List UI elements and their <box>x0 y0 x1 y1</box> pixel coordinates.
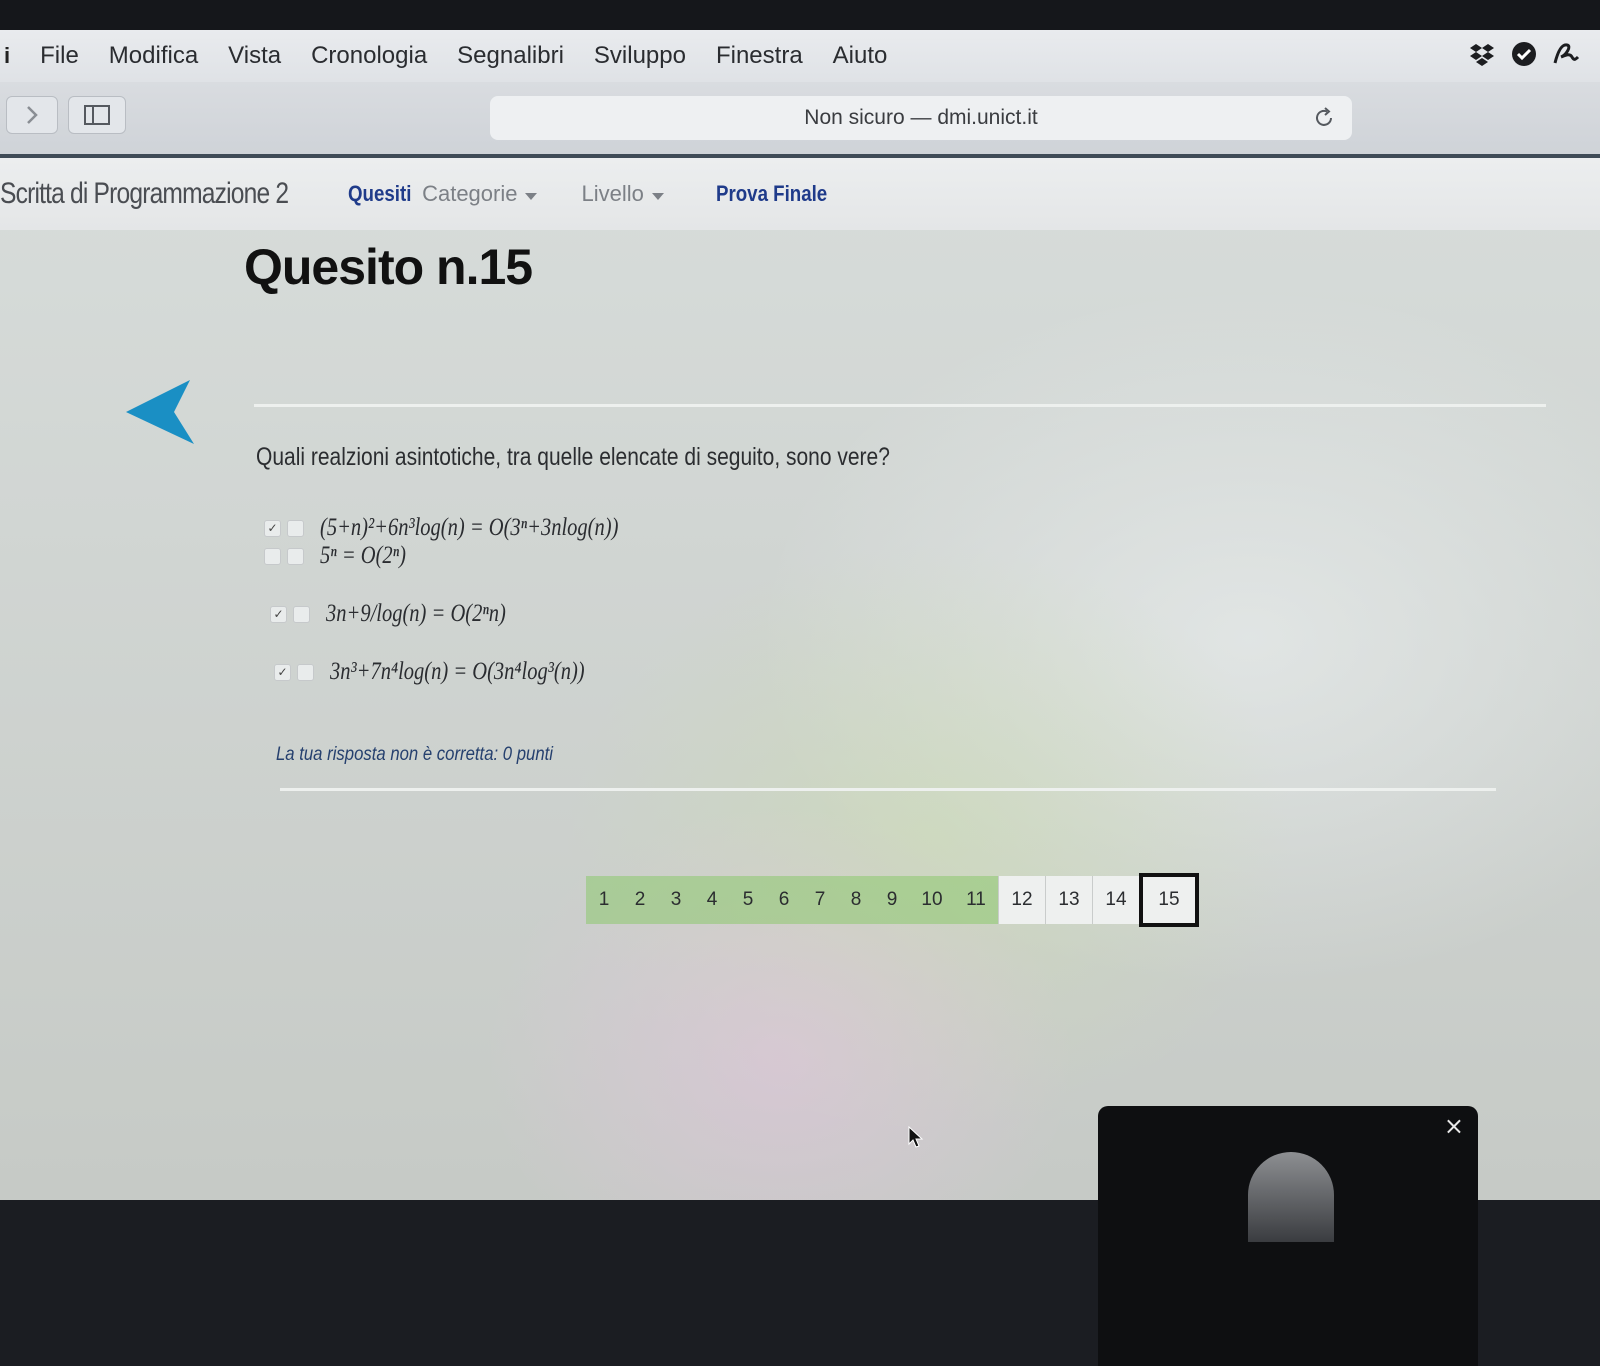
status-tray <box>1468 40 1580 68</box>
video-thumbnail <box>1248 1152 1334 1242</box>
page-button-1[interactable]: 1 <box>586 876 622 924</box>
answer-formula: 3n+9/log(n) = O(2ⁿn) <box>326 600 506 627</box>
answer-option: ✓ 3n+9/log(n) = O(2ⁿn) <box>270 600 545 628</box>
answer-option: ✓ (5+n)²+6n³log(n) = O(3ⁿ+3nlog(n)) <box>264 514 684 542</box>
site-navbar: Scritta di Programmazione 2 Quesiti Cate… <box>0 158 1600 230</box>
close-icon[interactable]: × <box>1444 1112 1464 1140</box>
page-button-15[interactable]: 15 <box>1139 873 1199 927</box>
check-shield-icon[interactable] <box>1510 40 1538 68</box>
feedback-message: La tua risposta non è corretta: 0 punti <box>276 744 553 765</box>
answer-checkbox-given[interactable]: ✓ <box>274 663 291 681</box>
nav-quesiti[interactable]: Quesiti <box>348 181 411 207</box>
video-overlay: × <box>1098 1106 1478 1366</box>
answer-formula: (5+n)²+6n³log(n) = O(3ⁿ+3nlog(n)) <box>320 514 619 541</box>
question-pagination: 1 2 3 4 5 6 7 8 9 10 11 12 13 14 15 <box>586 873 1199 927</box>
top-divider <box>254 404 1546 407</box>
page-button-11[interactable]: 11 <box>954 876 998 924</box>
page-button-8[interactable]: 8 <box>838 876 874 924</box>
dropbox-icon[interactable] <box>1468 40 1496 68</box>
page-title: Quesito n.15 <box>244 239 533 295</box>
chevron-right-icon <box>27 106 38 124</box>
mouse-cursor-icon <box>908 1126 924 1148</box>
reload-icon[interactable] <box>1312 106 1336 130</box>
answer-checkbox-given[interactable]: ✓ <box>264 519 281 537</box>
menu-bar: i File Modifica Vista Cronologia Segnali… <box>0 30 1600 82</box>
answer-checkbox-given[interactable] <box>264 547 281 565</box>
answer-checkbox-given[interactable]: ✓ <box>270 605 287 623</box>
sidebar-toggle-button[interactable] <box>68 96 126 134</box>
web-page: Scritta di Programmazione 2 Quesiti Cate… <box>0 158 1600 1366</box>
page-button-4[interactable]: 4 <box>694 876 730 924</box>
answer-formula: 5ⁿ = O(2ⁿ) <box>320 542 406 569</box>
site-brand[interactable]: Scritta di Programmazione 2 <box>0 177 289 211</box>
answer-checkbox-correct[interactable] <box>293 605 310 623</box>
page-button-7[interactable]: 7 <box>802 876 838 924</box>
menu-segnalibri[interactable]: Segnalibri <box>457 42 564 70</box>
answer-formula: 3n³+7n⁴log(n) = O(3n⁴log³(n)) <box>330 658 585 685</box>
caret-down-icon <box>651 193 664 201</box>
page-button-10[interactable]: 10 <box>910 876 954 924</box>
answer-checkbox-correct[interactable] <box>287 547 304 565</box>
nav-livello: Livello <box>581 181 644 206</box>
page-button-3[interactable]: 3 <box>658 876 694 924</box>
menu-modifica[interactable]: Modifica <box>109 42 198 70</box>
page-button-9[interactable]: 9 <box>874 876 910 924</box>
address-text: Non sicuro — dmi.unict.it <box>804 106 1038 129</box>
sidebar-icon <box>84 105 110 125</box>
menu-vista[interactable]: Vista <box>228 42 281 70</box>
question-text: Quali realzioni asintotiche, tra quelle … <box>256 443 890 471</box>
nav-categorie-dropdown[interactable]: Categorie <box>422 181 538 207</box>
bottom-divider <box>280 788 1496 791</box>
page-button-2[interactable]: 2 <box>622 876 658 924</box>
menu-cronologia[interactable]: Cronologia <box>311 42 427 70</box>
address-bar[interactable]: Non sicuro — dmi.unict.it <box>490 96 1352 140</box>
page-button-12[interactable]: 12 <box>998 876 1045 924</box>
menu-sviluppo[interactable]: Sviluppo <box>594 42 686 70</box>
page-button-13[interactable]: 13 <box>1045 876 1092 924</box>
page-button-5[interactable]: 5 <box>730 876 766 924</box>
menu-finestra[interactable]: Finestra <box>716 42 803 70</box>
answer-option: 5ⁿ = O(2ⁿ) <box>264 542 425 570</box>
answer-checkbox-correct[interactable] <box>287 519 304 537</box>
nav-categorie: Categorie <box>422 181 518 206</box>
answer-checkbox-correct[interactable] <box>297 663 314 681</box>
forward-button[interactable] <box>6 96 58 134</box>
nav-livello-dropdown[interactable]: Livello <box>581 181 664 207</box>
back-arrow-icon[interactable] <box>124 378 196 448</box>
app-menu-fragment[interactable]: i <box>4 43 10 69</box>
signature-icon[interactable] <box>1552 40 1580 68</box>
menu-aiuto[interactable]: Aiuto <box>833 42 888 70</box>
page-button-14[interactable]: 14 <box>1092 876 1139 924</box>
page-button-6[interactable]: 6 <box>766 876 802 924</box>
caret-down-icon <box>525 193 538 201</box>
answer-option: ✓ 3n³+7n⁴log(n) = O(3n⁴log³(n)) <box>274 658 641 686</box>
nav-prova-finale[interactable]: Prova Finale <box>716 181 827 207</box>
menu-file[interactable]: File <box>40 42 79 70</box>
browser-toolbar: Non sicuro — dmi.unict.it <box>0 82 1600 158</box>
